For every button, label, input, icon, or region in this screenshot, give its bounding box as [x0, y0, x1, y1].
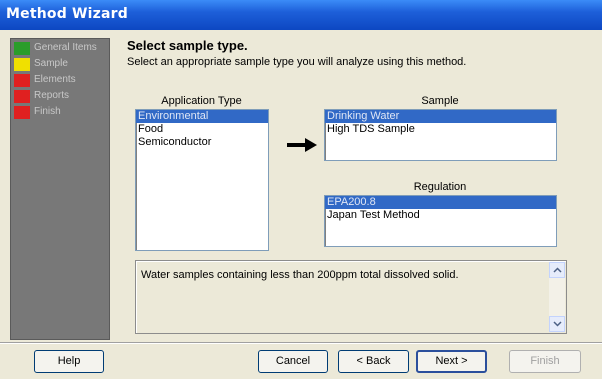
step-label: Finish — [34, 106, 61, 117]
sample-label: Sample — [421, 95, 459, 107]
description-box: Water samples containing less than 200pp… — [135, 260, 567, 334]
sample-listbox[interactable]: Drinking Water High TDS Sample — [324, 109, 557, 161]
regulation-label: Regulation — [413, 181, 467, 193]
page-subheading: Select an appropriate sample type you wi… — [127, 56, 467, 68]
page-heading: Select sample type. — [127, 38, 248, 53]
step-label: Reports — [34, 90, 70, 101]
window-title: Method Wizard — [6, 6, 128, 22]
step-general-items: General Items — [11, 41, 109, 55]
step-reports: Reports — [11, 89, 109, 103]
wizard-steps-sidebar: General Items Sample Elements Reports Fi… — [10, 38, 110, 340]
list-item[interactable]: Environmental — [136, 110, 268, 123]
application-type-listbox[interactable]: Environmental Food Semiconductor — [135, 109, 269, 251]
finish-button[interactable]: Finish — [509, 350, 581, 373]
regulation-listbox[interactable]: EPA200.8 Japan Test Method — [324, 195, 557, 247]
description-text: Water samples containing less than 200pp… — [141, 269, 459, 281]
right-arrow-icon — [287, 138, 317, 152]
step-status-indicator — [14, 42, 30, 55]
step-label: General Items — [34, 42, 97, 53]
list-item[interactable]: Food — [136, 123, 268, 136]
step-finish: Finish — [11, 105, 109, 119]
step-sample: Sample — [11, 57, 109, 71]
list-item[interactable]: High TDS Sample — [325, 123, 556, 136]
step-status-indicator — [14, 90, 30, 103]
list-item[interactable]: Japan Test Method — [325, 209, 556, 222]
step-label: Sample — [34, 58, 68, 69]
list-item[interactable]: Semiconductor — [136, 136, 268, 149]
application-type-label: Application Type — [161, 95, 242, 107]
method-wizard-window: Method Wizard General Items Sample Eleme… — [0, 0, 602, 379]
help-button[interactable]: Help — [34, 350, 104, 373]
step-status-indicator — [14, 106, 30, 119]
back-button[interactable]: < Back — [338, 350, 409, 373]
list-item[interactable]: EPA200.8 — [325, 196, 556, 209]
scroll-down-button[interactable] — [549, 316, 565, 332]
chevron-down-icon — [553, 321, 562, 327]
title-bar[interactable]: Method Wizard — [0, 0, 602, 30]
step-elements: Elements — [11, 73, 109, 87]
cancel-button[interactable]: Cancel — [258, 350, 328, 373]
chevron-up-icon — [553, 267, 562, 273]
step-label: Elements — [34, 74, 76, 85]
next-button[interactable]: Next > — [416, 350, 487, 373]
step-status-indicator — [14, 58, 30, 71]
scroll-up-button[interactable] — [549, 262, 565, 278]
step-status-indicator — [14, 74, 30, 87]
list-item[interactable]: Drinking Water — [325, 110, 556, 123]
description-scrollbar[interactable] — [549, 262, 565, 332]
button-bar-divider — [0, 342, 602, 344]
